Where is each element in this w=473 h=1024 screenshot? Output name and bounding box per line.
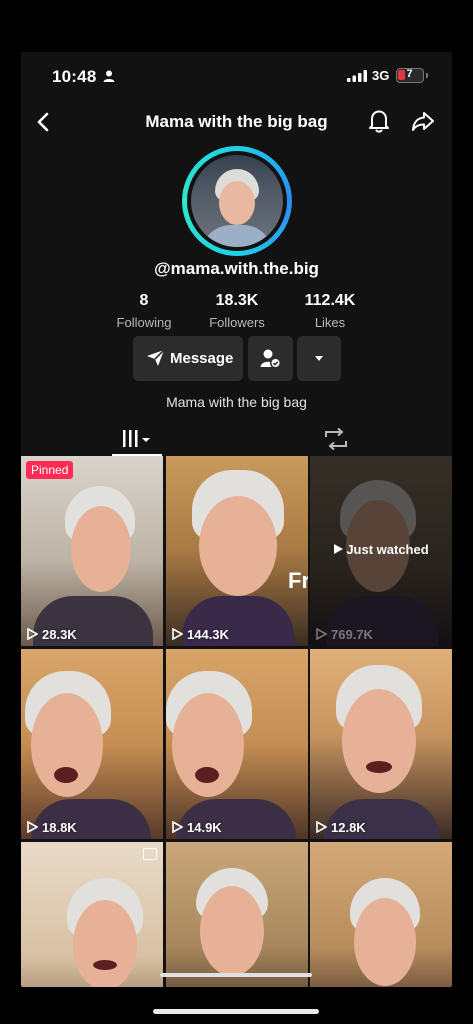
bell-icon[interactable]: [367, 108, 391, 134]
network-type: 3G: [372, 68, 390, 83]
message-button-label: Message: [170, 350, 234, 367]
profile-stats: 8 Following 18.3K Followers 112.4K Likes: [111, 292, 361, 332]
avatar-face: [219, 181, 255, 225]
view-count: 12.8K: [316, 820, 366, 835]
thumbnail-face: [200, 886, 264, 976]
view-count-value: 18.8K: [42, 820, 77, 835]
video-thumbnail[interactable]: [166, 842, 308, 987]
top-nav: Mama with the big bag: [21, 102, 452, 142]
content-tabs: [21, 422, 452, 456]
video-thumbnail[interactable]: [310, 842, 452, 987]
view-count-value: 144.3K: [187, 627, 229, 642]
video-grid: Pinned 28.3K Fr 144.3K Just watched 769.…: [21, 456, 452, 987]
person-icon: [103, 70, 115, 82]
avatar-frame: [187, 151, 287, 251]
status-time: 10:48: [52, 67, 97, 86]
video-thumbnail[interactable]: [21, 842, 163, 987]
status-bar: 10:48 3G 7: [21, 52, 452, 100]
stat-value: 112.4K: [304, 292, 356, 309]
photo-icon: [143, 848, 157, 860]
avatar-story-ring[interactable]: [182, 146, 292, 256]
just-watched-text: Just watched: [346, 542, 429, 557]
profile-bio: Mama with the big bag: [166, 394, 307, 410]
stat-value: 8: [139, 292, 149, 309]
view-count: 18.8K: [27, 820, 77, 835]
video-thumbnail[interactable]: Fr 144.3K: [166, 456, 308, 646]
view-count: 144.3K: [172, 627, 229, 642]
view-count: 28.3K: [27, 627, 77, 642]
avatar-shirt: [201, 225, 273, 247]
thumbnail-face: [73, 900, 137, 987]
video-thumbnail[interactable]: Pinned 28.3K: [21, 456, 163, 646]
following-status-button[interactable]: [248, 336, 293, 381]
stat-value: 18.3K: [215, 292, 259, 309]
just-watched-label: Just watched: [310, 542, 452, 557]
stat-label: Likes: [314, 315, 346, 330]
stat-label: Following: [116, 315, 172, 330]
stat-label: Followers: [209, 315, 265, 330]
home-indicator[interactable]: [153, 1009, 319, 1014]
thumbnail-mouth: [366, 761, 392, 773]
view-count-value: 14.9K: [187, 820, 222, 835]
signal-icon: [347, 70, 367, 82]
tab-videos[interactable]: [112, 422, 162, 456]
battery-icon: 7: [396, 68, 428, 83]
play-icon: [172, 627, 184, 641]
thumbnail-face: [199, 496, 277, 596]
profile-screen: 10:48 3G 7 Mama with the big bag @mama.w…: [21, 52, 452, 987]
avatar: [191, 155, 283, 247]
thumbnail-face: [354, 898, 416, 986]
stat-following[interactable]: 8 Following: [104, 292, 184, 330]
thumbnail-face: [71, 506, 131, 592]
video-thumbnail[interactable]: 18.8K: [21, 649, 163, 839]
battery-level: 7: [406, 68, 413, 80]
battery-nub: [426, 73, 428, 78]
play-filled-icon: [334, 544, 344, 554]
profile-handle: @mama.with.the.big: [154, 259, 319, 278]
thumbnail-mouth: [54, 767, 78, 783]
view-count-value: 12.8K: [331, 820, 366, 835]
view-count-value: 769.7K: [331, 627, 373, 642]
user-check-icon: [260, 349, 281, 369]
share-icon[interactable]: [410, 108, 436, 134]
play-icon: [316, 820, 328, 834]
thumbnail-mouth: [93, 960, 117, 970]
play-icon: [27, 627, 39, 641]
caret-down-icon: [315, 356, 323, 361]
video-thumbnail[interactable]: 12.8K: [310, 649, 452, 839]
scroll-indicator: [160, 973, 312, 977]
stat-followers[interactable]: 18.3K Followers: [197, 292, 277, 330]
grid-icon: [123, 430, 150, 447]
send-icon: [147, 349, 165, 366]
video-thumbnail[interactable]: Just watched 769.7K: [310, 456, 452, 646]
stat-likes[interactable]: 112.4K Likes: [290, 292, 370, 330]
thumbnail-face: [342, 689, 416, 793]
message-button[interactable]: Message: [133, 336, 243, 381]
more-options-button[interactable]: [297, 336, 341, 381]
view-count-value: 28.3K: [42, 627, 77, 642]
view-count: 769.7K: [316, 627, 373, 642]
thumbnail-mouth: [195, 767, 219, 783]
video-overlay-text: Fr: [288, 568, 308, 593]
video-thumbnail[interactable]: 14.9K: [166, 649, 308, 839]
view-count: 14.9K: [172, 820, 222, 835]
play-icon: [316, 627, 328, 641]
repost-icon[interactable]: [321, 427, 351, 451]
play-icon: [172, 820, 184, 834]
pinned-badge: Pinned: [26, 461, 74, 479]
play-icon: [27, 820, 39, 834]
